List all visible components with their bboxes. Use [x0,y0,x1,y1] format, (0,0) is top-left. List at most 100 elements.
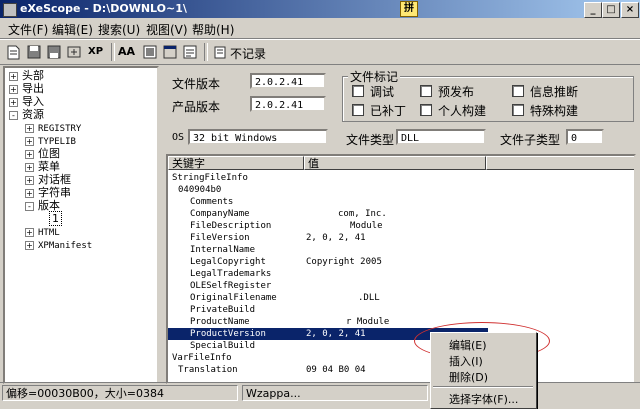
export-icon[interactable] [66,44,82,60]
list-row[interactable]: StringFileInfo [168,172,488,184]
flag-debug-label: 调试 [370,85,395,99]
list-row[interactable]: Comments [168,196,488,208]
row-key: Translation [178,365,238,375]
context-menu-insert[interactable]: 插入(I) [449,353,483,369]
row-value: .DLL [358,293,380,303]
file-type-field[interactable]: DLL [396,129,486,145]
font-icon[interactable]: AA [118,44,135,60]
list-row[interactable]: OLESelfRegister [168,280,488,292]
row-value: r Module [346,317,390,327]
list-row[interactable]: PrivateBuild [168,304,488,316]
menu-help[interactable]: 帮助(H) [192,21,234,38]
column-header-empty[interactable] [486,156,634,170]
flag-infoinferred-label: 信息推断 [530,85,579,99]
list-row[interactable]: 040904b0 [168,184,488,196]
column-header-key[interactable]: 关键字 [168,156,304,170]
row-key: StringFileInfo [172,173,248,183]
maximize-button[interactable]: □ [602,2,620,18]
flag-debug-checkbox[interactable] [352,85,364,97]
resource-tree[interactable]: + 头部 + 导出 + 导入 - 资源 + REGISTRY + TYPELIB + 位图 +… [3,66,159,384]
version-string-list[interactable]: 关键字 值 StringFileInfo 040904b0 Comments C… [166,154,636,384]
tree-node[interactable]: + 导出 [9,82,44,96]
tree-node[interactable]: - 资源 [9,108,44,122]
menu-view[interactable]: 视图(V) [146,21,188,38]
expand-icon[interactable]: + [9,71,18,81]
save-icon[interactable] [26,44,42,60]
menu-edit[interactable]: 编辑(E) [52,21,93,38]
list-row[interactable]: FileDescription Module [168,220,488,232]
column-header-value[interactable]: 值 [304,156,486,170]
tree-node[interactable]: + 菜单 [25,160,60,174]
file-version-field[interactable]: 2.0.2.41 [250,73,326,89]
tree-node[interactable]: + 对话框 [25,173,71,187]
list-row[interactable]: CompanyName com, Inc. [168,208,488,220]
no-record-label[interactable]: 不记录 [230,45,266,62]
flag-privatebuild-checkbox[interactable] [420,104,432,116]
tree-node[interactable]: + TYPELIB [25,134,76,148]
list-row[interactable]: LegalTrademarks [168,268,488,280]
status-bar: 偏移=00030B00，大小=0384 Wzappa... [0,382,640,408]
tree-node-label: 位图 [38,147,60,160]
context-menu-delete[interactable]: 删除(D) [449,369,488,385]
flag-infoinferred-checkbox[interactable] [512,85,524,97]
list-row[interactable]: InternalName [168,244,488,256]
file-subtype-field[interactable]: 0 [566,129,604,145]
tree-node-label: 导入 [22,95,44,108]
flag-patched-checkbox[interactable] [352,104,364,116]
context-menu-select-font[interactable]: 选择字体(F)... [449,391,518,407]
no-record-icon[interactable] [212,44,228,60]
minimize-button[interactable]: _ [584,2,602,18]
title-bar[interactable]: eXeScope - D:\DOWNLO~1\ 拼 _ □ × [0,0,640,18]
collapse-icon[interactable]: - [25,201,34,211]
flag-specialbuild-checkbox[interactable] [512,104,524,116]
tree-node-selected[interactable]: 1 [49,211,62,226]
expand-icon[interactable]: + [25,149,34,159]
status-offset: 偏移=00030B00，大小=0384 [2,385,238,401]
flag-prerelease-checkbox[interactable] [420,85,432,97]
product-version-field[interactable]: 2.0.2.41 [250,96,326,112]
expand-icon[interactable]: + [25,188,34,198]
view-icon[interactable] [182,44,198,60]
menu-file[interactable]: 文件(F) [8,21,48,38]
image-icon[interactable] [142,44,158,60]
list-row[interactable]: OriginalFilename .DLL [168,292,488,304]
expand-icon[interactable]: + [25,123,34,133]
expand-icon[interactable]: + [9,84,18,94]
expand-icon[interactable]: + [25,240,34,250]
list-row[interactable]: LegalCopyright Copyright 2005 [168,256,488,268]
tree-node[interactable]: + 导入 [9,95,44,109]
tree-node[interactable]: + XPManifest [25,238,92,252]
expand-icon[interactable]: + [9,97,18,107]
expand-icon[interactable]: + [25,175,34,185]
tree-node-label: TYPELIB [38,137,76,147]
close-button[interactable]: × [621,2,639,18]
tree-node[interactable]: + 位图 [25,147,60,161]
os-label: OS [172,132,185,143]
dialog-icon[interactable] [162,44,178,60]
row-key: SpecialBuild [190,341,256,351]
tree-node[interactable]: + 头部 [9,69,44,83]
ime-indicator[interactable]: 拼 [400,1,418,17]
os-field[interactable]: 32 bit Windows [188,129,328,145]
tree-node[interactable]: + 字符串 [25,186,71,200]
row-key: 040904b0 [178,185,222,195]
row-value: Module [350,221,383,231]
file-version-label: 文件版本 [172,77,221,91]
tree-node-label: 字符串 [38,186,71,199]
tree-node-label: HTML [38,228,60,238]
context-menu-edit[interactable]: 编辑(E) [449,337,487,353]
list-row[interactable]: FileVersion 2, 0, 2, 41 [168,232,488,244]
expand-icon[interactable]: + [25,136,34,146]
tree-node[interactable]: + REGISTRY [25,121,81,135]
xp-manifest-icon[interactable]: XP [88,44,104,60]
expand-icon[interactable]: + [25,227,34,237]
menu-search[interactable]: 搜索(U) [98,21,140,38]
tree-node-label: 菜单 [38,160,60,173]
app-icon[interactable] [3,3,17,17]
tree-node[interactable]: + HTML [25,225,60,239]
collapse-icon[interactable]: - [9,110,18,120]
expand-icon[interactable]: + [25,162,34,172]
save-as-icon[interactable] [46,44,62,60]
open-file-icon[interactable] [6,44,22,60]
tree-node-label: REGISTRY [38,124,82,134]
